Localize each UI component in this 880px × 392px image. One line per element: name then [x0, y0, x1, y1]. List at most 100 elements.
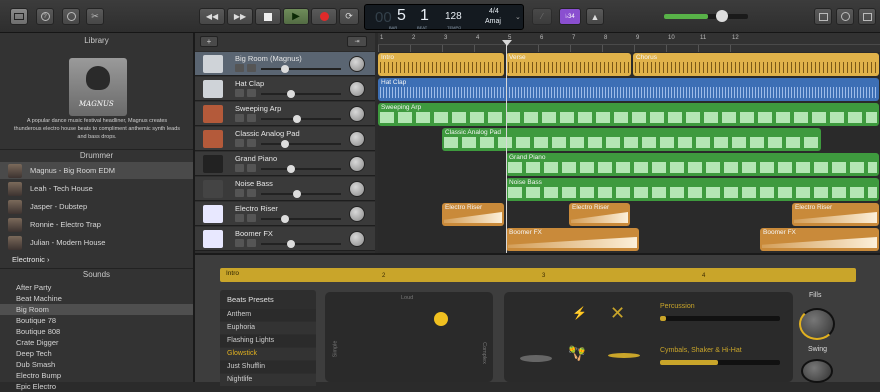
rewind-button[interactable]: ◀◀: [199, 8, 225, 25]
volume-slider[interactable]: [261, 168, 341, 170]
editors-button[interactable]: ✂: [86, 8, 104, 25]
volume-knob[interactable]: [281, 140, 289, 148]
sound-item[interactable]: Epic Electro: [0, 381, 193, 392]
volume-knob[interactable]: [293, 115, 301, 123]
sound-item[interactable]: Boutique 78: [0, 315, 193, 326]
mute-button[interactable]: [235, 139, 244, 147]
media-browser-button[interactable]: [858, 8, 876, 25]
drummer-item[interactable]: Jasper - Dubstep: [8, 198, 193, 215]
region[interactable]: Hat Clap: [378, 78, 879, 101]
volume-slider[interactable]: [261, 68, 341, 70]
volume-knob[interactable]: [287, 240, 295, 248]
headphones-button[interactable]: [247, 64, 256, 72]
region[interactable]: Noise Bass: [506, 178, 879, 201]
lcd-chevron-down-icon[interactable]: ⌄: [515, 13, 521, 21]
mute-button[interactable]: [235, 89, 244, 97]
ruler[interactable]: 1 2 3 4 5 6 7 8 9 10 11 12: [378, 33, 880, 52]
pan-knob[interactable]: [349, 56, 365, 72]
loop-browser-button[interactable]: [836, 8, 854, 25]
play-button[interactable]: ▶: [283, 8, 309, 25]
sound-item[interactable]: Big Room: [0, 304, 193, 315]
preset-item[interactable]: Just Shufflin: [220, 361, 316, 373]
preset-item[interactable]: Glowstick: [220, 348, 316, 360]
sound-item[interactable]: Crate Digger: [0, 337, 193, 348]
preset-item[interactable]: Euphoria: [220, 322, 316, 334]
sound-item[interactable]: Electro Bump: [0, 370, 193, 381]
cycle-button[interactable]: ⟳: [339, 8, 359, 25]
sound-item[interactable]: After Party: [0, 282, 193, 293]
sound-item[interactable]: Dub Smash: [0, 359, 193, 370]
region[interactable]: Verse: [506, 53, 631, 76]
pan-knob[interactable]: [349, 81, 365, 97]
lcd-display[interactable]: 00 5 1 BAR BEAT 128 TEMPO 4/4 Amaj ⌄: [364, 4, 524, 30]
region[interactable]: Boomer FX: [760, 228, 879, 251]
record-button[interactable]: [311, 8, 337, 25]
region[interactable]: Classic Analog Pad: [442, 128, 821, 151]
pan-knob[interactable]: [349, 181, 365, 197]
kick-icon[interactable]: [520, 355, 552, 362]
mute-button[interactable]: [235, 214, 244, 222]
metronome-button[interactable]: ▲: [586, 8, 604, 25]
lightning-icon[interactable]: ⚡: [572, 306, 587, 320]
volume-knob[interactable]: [287, 165, 295, 173]
pan-knob[interactable]: [349, 131, 365, 147]
region[interactable]: Sweeping Arp: [378, 103, 879, 126]
drummer-item[interactable]: Leah - Tech House: [8, 180, 193, 197]
track-header[interactable]: Big Room (Magnus): [195, 52, 375, 76]
region[interactable]: Boomer FX: [506, 228, 639, 251]
headphones-button[interactable]: [247, 239, 256, 247]
mute-button[interactable]: [235, 239, 244, 247]
volume-slider[interactable]: [261, 118, 341, 120]
shaker-icon[interactable]: 🪇: [568, 345, 585, 362]
volume-knob[interactable]: [293, 190, 301, 198]
mute-button[interactable]: [235, 64, 244, 72]
master-volume-knob[interactable]: [716, 10, 728, 22]
drummer-item[interactable]: Julian - Modern House: [8, 234, 193, 251]
volume-knob[interactable]: [281, 215, 289, 223]
drummer-item[interactable]: Magnus - Big Room EDM: [0, 162, 193, 179]
genre-selector[interactable]: Electronic ›: [12, 255, 50, 264]
sound-item[interactable]: Beat Machine: [0, 293, 193, 304]
volume-slider[interactable]: [261, 243, 341, 245]
track-header[interactable]: Boomer FX: [195, 227, 375, 251]
playhead[interactable]: [506, 41, 507, 253]
help-button[interactable]: ?: [36, 8, 54, 25]
headphones-button[interactable]: [247, 164, 256, 172]
playhead-handle[interactable]: [502, 40, 512, 46]
region[interactable]: Electro Riser: [792, 203, 879, 226]
volume-knob[interactable]: [281, 65, 289, 73]
headphones-button[interactable]: [247, 139, 256, 147]
pan-knob[interactable]: [349, 106, 365, 122]
mute-button[interactable]: [235, 189, 244, 197]
track-header[interactable]: Noise Bass: [195, 177, 375, 201]
track-header[interactable]: Electro Riser: [195, 202, 375, 226]
master-volume-slider[interactable]: [664, 10, 748, 22]
drummer-item[interactable]: Ronnie - Electro Trap: [8, 216, 193, 233]
mute-button[interactable]: [235, 114, 244, 122]
preset-item[interactable]: Nightlife: [220, 374, 316, 386]
smart-controls-button[interactable]: [62, 8, 80, 25]
track-header[interactable]: Grand Piano: [195, 152, 375, 176]
catch-playhead-button[interactable]: ⇥: [347, 36, 367, 47]
headphones-button[interactable]: [247, 189, 256, 197]
region[interactable]: Grand Piano: [506, 153, 879, 176]
volume-slider[interactable]: [261, 143, 341, 145]
notepad-button[interactable]: [814, 8, 832, 25]
headphones-button[interactable]: [247, 214, 256, 222]
volume-slider[interactable]: [261, 93, 341, 95]
pan-knob[interactable]: [349, 231, 365, 247]
clap-icon[interactable]: ✕: [610, 303, 625, 324]
library-button[interactable]: [10, 8, 28, 25]
stop-button[interactable]: [255, 8, 281, 25]
headphones-button[interactable]: [247, 114, 256, 122]
sound-item[interactable]: Boutique 808: [0, 326, 193, 337]
tuner-button[interactable]: ⁄: [532, 8, 552, 25]
cymbals-slider[interactable]: [660, 360, 780, 365]
swing-knob[interactable]: [801, 359, 833, 383]
track-header[interactable]: Classic Analog Pad: [195, 127, 375, 151]
count-in-button[interactable]: ♭34: [559, 8, 581, 25]
region[interactable]: Intro: [378, 53, 504, 76]
volume-slider[interactable]: [261, 193, 341, 195]
region[interactable]: Chorus: [633, 53, 879, 76]
forward-button[interactable]: ▶▶: [227, 8, 253, 25]
